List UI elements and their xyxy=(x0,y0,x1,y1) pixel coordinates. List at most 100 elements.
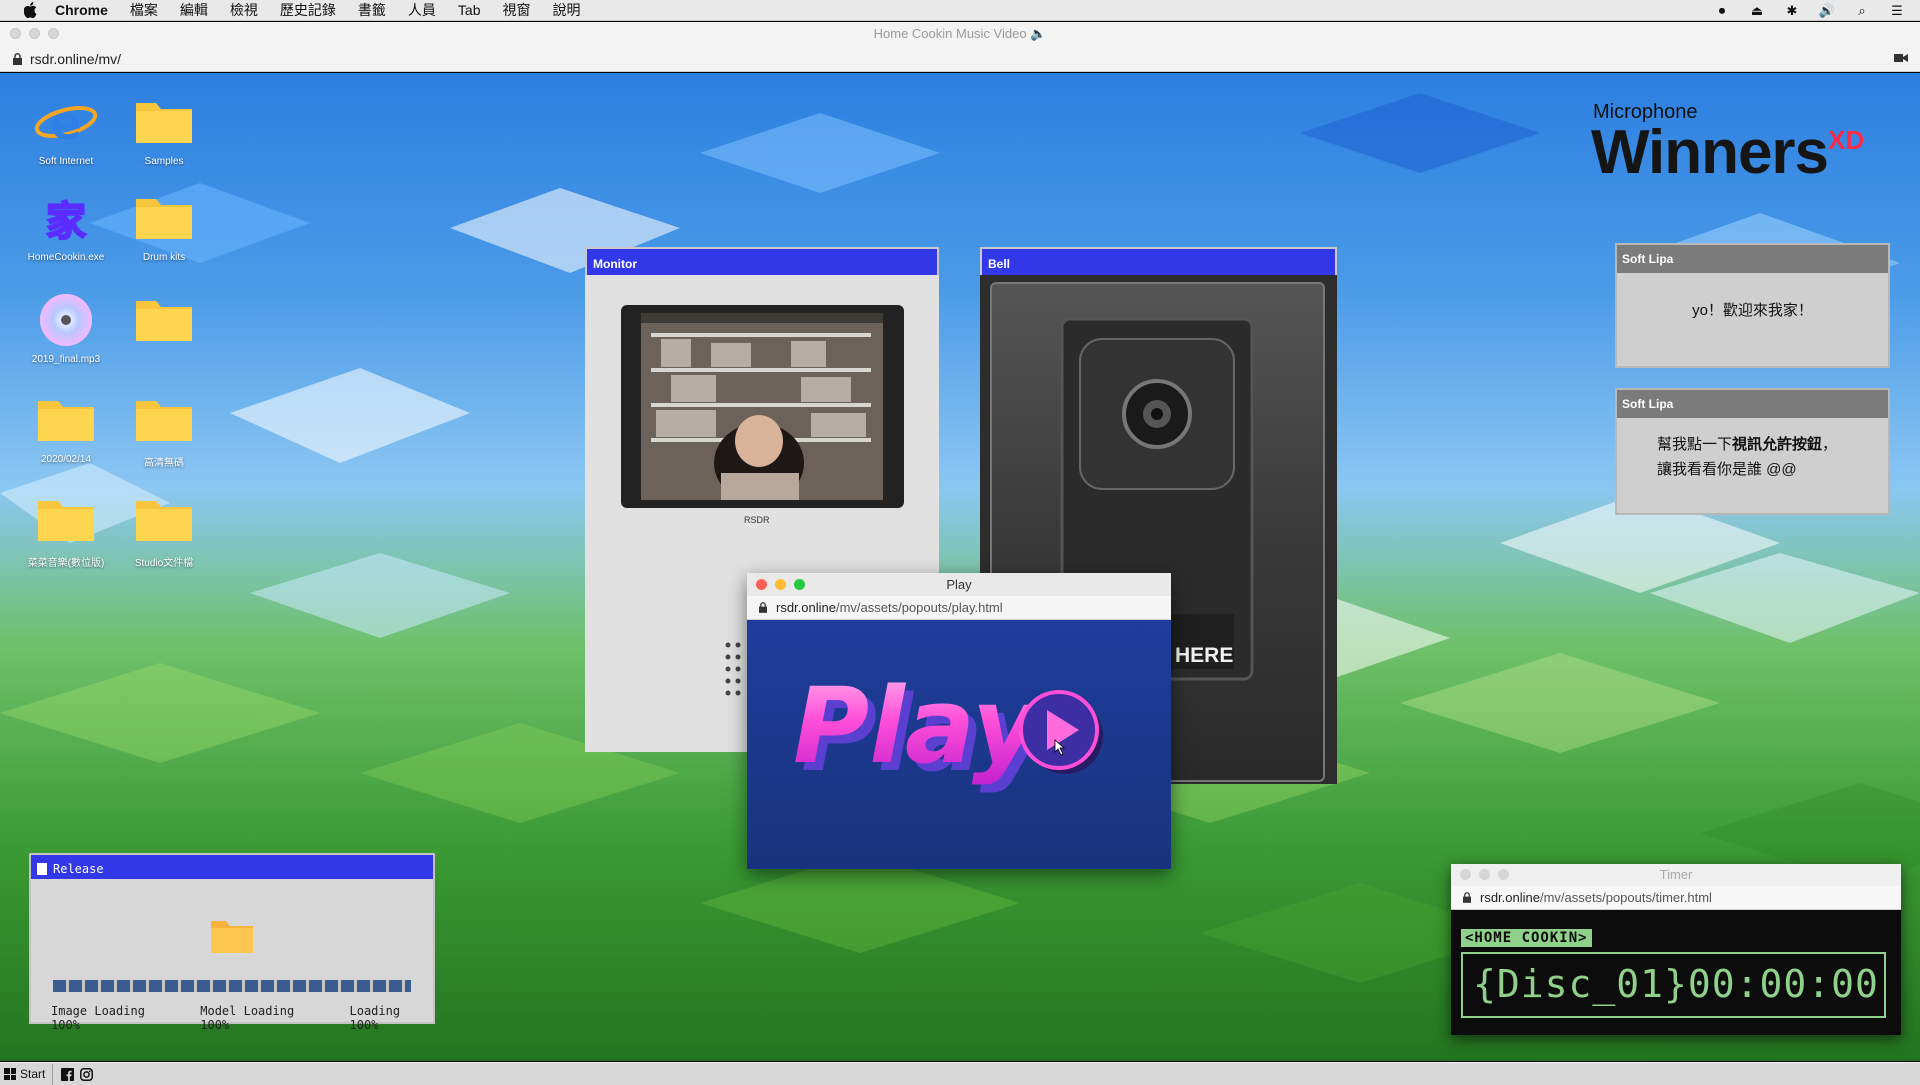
folder-icon xyxy=(136,401,192,441)
webcam-video-feed xyxy=(641,313,883,500)
desktop-icon-2019-final-mp3[interactable]: 2019_final.mp3 xyxy=(21,293,111,365)
homecookin-exe-icon: 家 xyxy=(45,198,87,246)
windows-logo-icon xyxy=(4,1068,16,1080)
desktop-icon-studio-docs[interactable]: Studio文件檔 xyxy=(119,493,209,569)
intercom-brand-label: RSDR xyxy=(744,515,770,525)
timer-popup-url-bar[interactable]: rsdr.online/mv/assets/popouts/timer.html xyxy=(1451,886,1901,910)
desktop-icon-2020-02-14[interactable]: 2020/02/14 xyxy=(21,393,111,465)
play-button[interactable] xyxy=(1017,688,1103,774)
timer-popup-titlebar[interactable]: Timer xyxy=(1451,864,1901,886)
desktop-icon-drum-kits[interactable]: Drum kits xyxy=(119,191,209,263)
timer-popup-controls xyxy=(1460,869,1509,880)
cd-icon xyxy=(40,294,92,346)
desktop-icon-hd-folder[interactable]: 高清無碼 xyxy=(119,393,209,469)
play-popup-content[interactable]: Play Play xyxy=(747,620,1171,869)
desktop-icon-label: 高清無碼 xyxy=(144,458,184,469)
release-progress-bar xyxy=(53,980,411,992)
desktop-icon-label: 2019_final.mp3 xyxy=(31,354,101,365)
folder-icon xyxy=(38,401,94,441)
close-popup-button[interactable] xyxy=(756,579,767,590)
bell-window-title[interactable]: Bell xyxy=(980,247,1337,275)
play-popup-titlebar[interactable]: Play xyxy=(747,573,1171,596)
folder-icon xyxy=(136,301,192,341)
chat-text-line1-bold: 視訊允許按鈕 xyxy=(1732,436,1823,453)
timer-popup-title: Timer xyxy=(1659,867,1693,882)
menu-bookmarks[interactable]: 書籤 xyxy=(347,0,397,20)
play-graphic: Play Play xyxy=(793,665,1052,795)
browser-window-title: Home Cookin Music Video 🔈 xyxy=(873,26,1047,41)
minimize-popup-button[interactable] xyxy=(775,579,786,590)
play-text: Play xyxy=(793,665,1044,787)
soft-internet-icon: e xyxy=(34,96,98,150)
menu-help[interactable]: 說明 xyxy=(541,0,591,20)
zoom-popup-button[interactable] xyxy=(1498,869,1509,880)
timer-display: {Disc_01}00:00:00 xyxy=(1461,952,1886,1018)
social-links xyxy=(61,1067,94,1081)
desktop-icon-label: Samples xyxy=(144,156,184,167)
close-popup-button[interactable] xyxy=(1460,869,1471,880)
menu-file[interactable]: 檔案 xyxy=(119,0,169,20)
timer-popup-url-path: /mv/assets/popouts/timer.html xyxy=(1539,890,1712,905)
release-window-title: Release xyxy=(53,862,104,876)
play-popup-window[interactable]: Play rsdr.online/mv/assets/popouts/play.… xyxy=(747,573,1171,869)
chat-text-line1-pre: 幫我點一下 xyxy=(1657,436,1733,453)
spotlight-search-icon[interactable]: ⌕ xyxy=(1853,3,1871,19)
chat-message-1: Soft Lipa yo！歡迎來我家！ xyxy=(1615,243,1890,368)
play-popup-url-path: /mv/assets/popouts/play.html xyxy=(835,600,1003,615)
play-popup-url-host: rsdr.online xyxy=(776,600,836,615)
desktop-icon-label: Drum kits xyxy=(142,252,186,263)
desktop-icon-samples[interactable]: Samples xyxy=(119,95,209,167)
menu-tab[interactable]: Tab xyxy=(447,2,492,18)
notification-list-icon[interactable]: ☰ xyxy=(1888,3,1906,19)
timer-popup-window[interactable]: Timer rsdr.online/mv/assets/popouts/time… xyxy=(1451,864,1901,1035)
browser-titlebar: Home Cookin Music Video 🔈 xyxy=(0,22,1920,46)
monitor-window-title[interactable]: Monitor xyxy=(585,247,939,275)
desktop-icon-label: 2020/02/14 xyxy=(40,454,92,465)
release-window-titlebar[interactable]: Release xyxy=(31,855,433,879)
desktop-icon-label: Studio文件檔 xyxy=(134,558,194,569)
chat-sender: Soft Lipa xyxy=(1617,390,1888,418)
menu-app-name[interactable]: Chrome xyxy=(44,2,119,18)
record-icon[interactable]: ⏺ xyxy=(1713,3,1731,19)
release-loading-stats: Image Loading 100% Model Loading 100% Lo… xyxy=(51,1004,433,1032)
lock-icon xyxy=(1463,892,1471,903)
apple-icon[interactable] xyxy=(18,2,44,18)
webcam-scene xyxy=(641,313,883,500)
instagram-icon[interactable] xyxy=(80,1067,94,1081)
start-button[interactable]: Start xyxy=(0,1063,54,1085)
chat-message-2: Soft Lipa 幫我點一下視訊允許按鈕， 讓我看看你是誰 @@ xyxy=(1615,388,1890,515)
volume-icon[interactable]: 🔊 xyxy=(1818,3,1836,19)
model-loading-stat: Model Loading 100% xyxy=(200,1004,295,1032)
menu-people[interactable]: 人員 xyxy=(397,0,447,20)
release-window[interactable]: Release Image Loading 100% Model Loading… xyxy=(29,853,435,1032)
start-label: Start xyxy=(20,1067,46,1081)
facebook-icon[interactable] xyxy=(61,1067,75,1081)
camera-in-use-icon[interactable] xyxy=(1894,52,1908,64)
desktop-icon-soft-internet[interactable]: e Soft Internet xyxy=(21,95,111,167)
menu-history[interactable]: 歷史記錄 xyxy=(269,0,347,20)
folder-icon xyxy=(211,921,253,953)
folder-icon xyxy=(38,501,94,541)
eject-icon[interactable]: ⏏ xyxy=(1748,3,1766,19)
menu-status-area: ⏺ ⏏ ✱ 🔊 ⌕ ☰ xyxy=(1713,0,1906,21)
doorbell-sign-text: HERE xyxy=(1175,644,1234,667)
logo-badge: XD xyxy=(1828,125,1865,155)
desktop-icon-digital-album[interactable]: 菜菜音樂(數位版) xyxy=(21,493,111,569)
minimize-popup-button[interactable] xyxy=(1479,869,1490,880)
menu-window[interactable]: 視窗 xyxy=(491,0,541,20)
chat-text: 幫我點一下視訊允許按鈕， 讓我看看你是誰 @@ xyxy=(1617,418,1888,482)
taskbar: Start xyxy=(0,1062,1920,1085)
bluetooth-icon[interactable]: ✱ xyxy=(1783,3,1801,19)
desktop-icon-folder-unnamed[interactable] xyxy=(119,293,209,354)
menu-view[interactable]: 檢視 xyxy=(219,0,269,20)
chat-text: yo！歡迎來我家！ xyxy=(1692,302,1813,319)
logo-line2: Winners xyxy=(1591,118,1829,187)
address-bar[interactable]: rsdr.online/mv/ xyxy=(0,46,1920,72)
play-popup-url-bar[interactable]: rsdr.online/mv/assets/popouts/play.html xyxy=(747,596,1171,620)
zoom-popup-button[interactable] xyxy=(794,579,805,590)
address-url[interactable]: rsdr.online/mv/ xyxy=(30,51,121,67)
microphone-winners-logo: Microphone Winners XD xyxy=(1591,101,1893,187)
menu-edit[interactable]: 編輯 xyxy=(169,0,219,20)
folder-icon xyxy=(136,501,192,541)
desktop-icon-homecookin-exe[interactable]: 家 HomeCookin.exe xyxy=(21,191,111,263)
